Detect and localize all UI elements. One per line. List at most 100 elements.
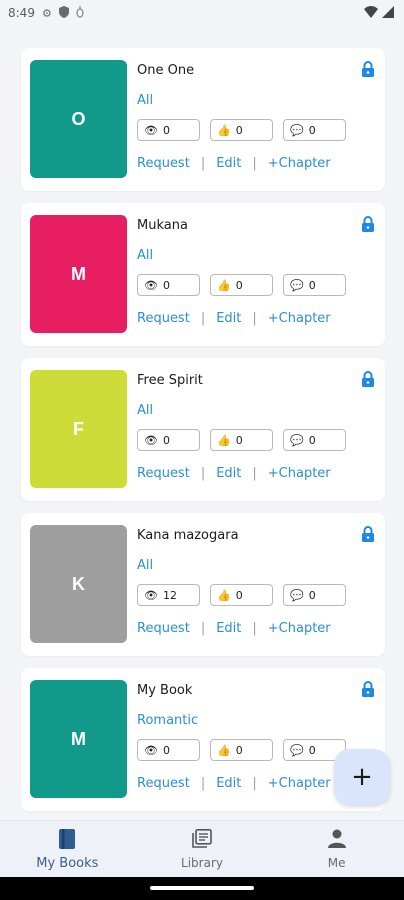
action-separator: | <box>252 466 257 481</box>
request-link[interactable]: Request <box>137 776 190 791</box>
views-stat: 👁 0 <box>137 429 200 451</box>
thumbs-up-icon: 👍 <box>217 123 231 137</box>
lock-icon[interactable] <box>361 61 375 77</box>
book-card[interactable]: M Mukana All 👁 0 👍 0 💬 0 Request | Edit … <box>21 203 385 346</box>
book-stats: 👁 0 👍 0 💬 0 <box>137 739 346 761</box>
comments-count: 0 <box>308 588 316 602</box>
views-count: 0 <box>162 123 170 137</box>
add-book-button[interactable]: + <box>334 749 390 805</box>
views-stat: 👁 0 <box>137 274 200 296</box>
nav-item-my-books[interactable]: My Books <box>0 821 135 877</box>
book-title: Kana mazogara <box>137 528 239 543</box>
action-separator: | <box>252 621 257 636</box>
library-icon <box>191 829 213 853</box>
debug-icon <box>76 6 84 20</box>
thumbs-up-icon: 👍 <box>217 588 231 602</box>
book-stats: 👁 0 👍 0 💬 0 <box>137 119 346 141</box>
request-link[interactable]: Request <box>137 621 190 636</box>
person-icon <box>327 829 346 853</box>
system-gesture-bar <box>0 877 404 900</box>
cover-initial: M <box>71 263 86 284</box>
comments-stat: 💬 0 <box>283 429 346 451</box>
add-chapter-link[interactable]: +Chapter <box>268 466 331 481</box>
request-link[interactable]: Request <box>137 311 190 326</box>
edit-link[interactable]: Edit <box>216 776 241 791</box>
book-cover[interactable]: O <box>30 60 127 178</box>
status-left: 8:49 ⚙ <box>8 6 84 20</box>
views-stat: 👁 12 <box>137 584 200 606</box>
speech-bubble-icon: 💬 <box>290 433 304 447</box>
nav-item-library[interactable]: Library <box>135 821 270 877</box>
book-list: O One One All 👁 0 👍 0 💬 0 Request | Edit… <box>21 48 385 823</box>
request-link[interactable]: Request <box>137 156 190 171</box>
likes-count: 0 <box>235 743 243 757</box>
book-cover[interactable]: F <box>30 370 127 488</box>
add-chapter-link[interactable]: +Chapter <box>268 621 331 636</box>
book-category[interactable]: All <box>137 558 153 573</box>
book-card[interactable]: M My Book Romantic 👁 0 👍 0 💬 0 Request |… <box>21 668 385 811</box>
views-count: 0 <box>162 278 170 292</box>
edit-link[interactable]: Edit <box>216 466 241 481</box>
book-category[interactable]: Romantic <box>137 713 198 728</box>
gear-icon: ⚙ <box>41 6 52 20</box>
book-category[interactable]: All <box>137 248 153 263</box>
eye-icon: 👁 <box>144 743 158 757</box>
views-stat: 👁 0 <box>137 739 200 761</box>
book-actions: Request | Edit | +Chapter <box>137 776 331 791</box>
views-count: 12 <box>162 588 177 602</box>
thumbs-up-icon: 👍 <box>217 278 231 292</box>
edit-link[interactable]: Edit <box>216 311 241 326</box>
add-chapter-link[interactable]: +Chapter <box>268 776 331 791</box>
likes-count: 0 <box>235 588 243 602</box>
cover-initial: O <box>71 108 86 129</box>
add-chapter-link[interactable]: +Chapter <box>268 311 331 326</box>
cover-initial: K <box>72 573 85 594</box>
book-actions: Request | Edit | +Chapter <box>137 156 331 171</box>
nav-item-me[interactable]: Me <box>269 821 404 877</box>
views-stat: 👁 0 <box>137 119 200 141</box>
status-right <box>364 5 394 21</box>
book-card[interactable]: O One One All 👁 0 👍 0 💬 0 Request | Edit… <box>21 48 385 191</box>
lock-icon[interactable] <box>361 681 375 697</box>
likes-stat: 👍 0 <box>210 584 273 606</box>
book-actions: Request | Edit | +Chapter <box>137 311 331 326</box>
book-stats: 👁 0 👍 0 💬 0 <box>137 274 346 296</box>
add-chapter-link[interactable]: +Chapter <box>268 156 331 171</box>
gesture-handle[interactable] <box>150 886 254 890</box>
book-cover[interactable]: M <box>30 215 127 333</box>
action-separator: | <box>200 156 206 171</box>
likes-count: 0 <box>235 433 243 447</box>
shield-icon <box>58 6 69 20</box>
request-link[interactable]: Request <box>137 466 190 481</box>
book-card[interactable]: F Free Spirit All 👁 0 👍 0 💬 0 Request | … <box>21 358 385 501</box>
status-time: 8:49 <box>8 6 35 20</box>
book-stats: 👁 0 👍 0 💬 0 <box>137 429 346 451</box>
action-separator: | <box>200 621 206 636</box>
book-title: Mukana <box>137 218 188 233</box>
book-category[interactable]: All <box>137 93 153 108</box>
lock-icon[interactable] <box>361 216 375 232</box>
book-cover[interactable]: K <box>30 525 127 643</box>
action-separator: | <box>200 311 206 326</box>
book-cover[interactable]: M <box>30 680 127 798</box>
cover-initial: M <box>71 728 86 749</box>
speech-bubble-icon: 💬 <box>290 278 304 292</box>
likes-stat: 👍 0 <box>210 739 273 761</box>
action-separator: | <box>200 466 206 481</box>
eye-icon: 👁 <box>144 123 158 137</box>
book-category[interactable]: All <box>137 403 153 418</box>
eye-icon: 👁 <box>144 433 158 447</box>
edit-link[interactable]: Edit <box>216 156 241 171</box>
comments-stat: 💬 0 <box>283 584 346 606</box>
speech-bubble-icon: 💬 <box>290 588 304 602</box>
wifi-icon <box>364 5 378 21</box>
comments-stat: 💬 0 <box>283 274 346 296</box>
comments-count: 0 <box>308 433 316 447</box>
edit-link[interactable]: Edit <box>216 621 241 636</box>
eye-icon: 👁 <box>144 278 158 292</box>
lock-icon[interactable] <box>361 371 375 387</box>
nav-label-my-books: My Books <box>36 856 99 871</box>
book-stats: 👁 12 👍 0 💬 0 <box>137 584 346 606</box>
book-card[interactable]: K Kana mazogara All 👁 12 👍 0 💬 0 Request… <box>21 513 385 656</box>
lock-icon[interactable] <box>361 526 375 542</box>
